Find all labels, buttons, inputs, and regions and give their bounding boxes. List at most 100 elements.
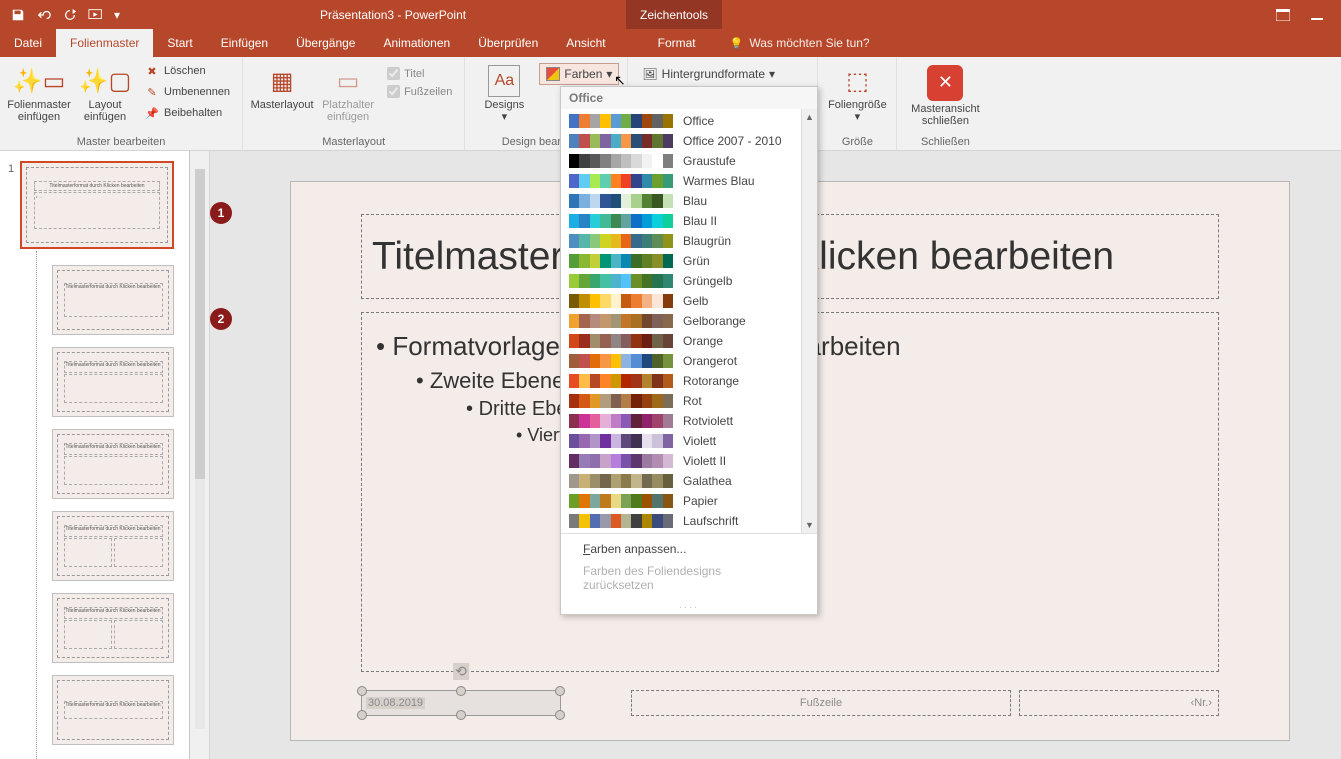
group-size-label: Größe xyxy=(826,134,888,148)
scroll-up-icon[interactable]: ▲ xyxy=(802,109,817,125)
dropdown-scrollbar[interactable]: ▲ ▼ xyxy=(801,109,817,533)
date-placeholder[interactable]: ⟲ 30.08.2019 xyxy=(361,690,561,716)
slide-size-button[interactable]: ⬚ Foliengröße▾ xyxy=(826,61,888,127)
rotate-handle-icon[interactable]: ⟲ xyxy=(453,663,469,680)
background-styles-label: Hintergrundformate xyxy=(662,67,765,81)
theme-color-row[interactable]: Rot xyxy=(561,391,817,411)
theme-color-row[interactable]: Violett II xyxy=(561,451,817,471)
theme-name: Orangerot xyxy=(683,354,737,368)
document-title: Präsentation3 - PowerPoint xyxy=(320,8,466,22)
designs-button[interactable]: Aa Designs▾ xyxy=(473,61,535,127)
selection-handle[interactable] xyxy=(555,686,565,696)
preserve-button[interactable]: 📌Beibehalten xyxy=(140,103,234,123)
preserve-icon: 📌 xyxy=(144,105,160,121)
tab-format[interactable]: Format xyxy=(644,29,710,57)
theme-color-row[interactable]: Papier xyxy=(561,491,817,511)
theme-color-row[interactable]: Grüngelb xyxy=(561,271,817,291)
theme-color-row[interactable]: Violett xyxy=(561,431,817,451)
tab-transitions[interactable]: Übergänge xyxy=(282,29,369,57)
tab-slidemaster[interactable]: Folienmaster xyxy=(56,29,153,57)
master-number: 1 xyxy=(8,163,14,175)
ribbon-display-options-icon[interactable] xyxy=(1269,3,1297,27)
tell-me-search[interactable]: Was möchten Sie tun? xyxy=(730,29,870,57)
tab-view[interactable]: Ansicht xyxy=(552,29,619,57)
title-checkbox[interactable]: Titel xyxy=(383,65,456,82)
tab-animations[interactable]: Animationen xyxy=(369,29,464,57)
theme-color-row[interactable]: Rotorange xyxy=(561,371,817,391)
theme-color-row[interactable]: Blau xyxy=(561,191,817,211)
theme-color-row[interactable]: Graustufe xyxy=(561,151,817,171)
layout-thumbnail[interactable]: Titelmasterformat durch Klicken bearbeit… xyxy=(52,347,174,417)
footers-checkbox[interactable]: Fußzeilen xyxy=(383,83,456,100)
scroll-thumb[interactable] xyxy=(195,169,205,479)
theme-swatch-strip xyxy=(569,374,673,388)
colors-dropdown-button[interactable]: Farben ▾ xyxy=(539,63,619,85)
tab-start[interactable]: Start xyxy=(153,29,206,57)
theme-color-row[interactable]: Gelb xyxy=(561,291,817,311)
theme-swatch-strip xyxy=(569,414,673,428)
layout-thumbnail[interactable]: Titelmasterformat durch Klicken bearbeit… xyxy=(52,593,174,663)
rename-button[interactable]: ✎Umbenennen xyxy=(140,82,234,102)
selection-handle[interactable] xyxy=(456,686,466,696)
theme-swatch-strip xyxy=(569,154,673,168)
redo-icon[interactable] xyxy=(58,3,82,27)
customize-colors-item[interactable]: Farben anpassen... xyxy=(561,538,817,560)
theme-name: Office 2007 - 2010 xyxy=(683,134,782,148)
background-styles-button[interactable]: 🖼 Hintergrundformate ▾ xyxy=(636,63,781,85)
theme-color-row[interactable]: Orangerot xyxy=(561,351,817,371)
slide-number-placeholder[interactable]: ‹Nr.› xyxy=(1019,690,1219,716)
selection-handle[interactable] xyxy=(357,686,367,696)
theme-swatch-strip xyxy=(569,194,673,208)
tab-review[interactable]: Überprüfen xyxy=(464,29,552,57)
ribbon-tabs: Datei Folienmaster Start Einfügen Übergä… xyxy=(0,29,1341,57)
selection-handle[interactable] xyxy=(555,710,565,720)
selection-handle[interactable] xyxy=(456,710,466,720)
theme-color-row[interactable]: Office xyxy=(561,111,817,131)
theme-color-row[interactable]: Blaugrün xyxy=(561,231,817,251)
insert-slidemaster-button[interactable]: ✨▭ Folienmaster einfügen xyxy=(8,61,70,127)
delete-button[interactable]: ✖Löschen xyxy=(140,61,234,81)
theme-swatch-strip xyxy=(569,434,673,448)
theme-color-row[interactable]: Orange xyxy=(561,331,817,351)
save-icon[interactable] xyxy=(6,3,30,27)
minimize-button[interactable] xyxy=(1299,3,1335,27)
layout-thumbnail[interactable]: Titelmasterformat durch Klicken bearbeit… xyxy=(52,265,174,335)
theme-color-row[interactable]: Grün xyxy=(561,251,817,271)
theme-swatch-strip xyxy=(569,274,673,288)
vertical-scrollbar[interactable] xyxy=(190,151,210,759)
insert-placeholder-button[interactable]: ▭ Platzhalter einfügen xyxy=(317,61,379,127)
chevron-down-icon: ▾ xyxy=(769,67,775,81)
undo-icon[interactable] xyxy=(32,3,56,27)
scroll-down-icon[interactable]: ▼ xyxy=(802,517,817,533)
close-master-view-button[interactable]: ✕ Masteransicht schließen xyxy=(905,61,985,127)
start-from-beginning-icon[interactable] xyxy=(84,3,108,27)
slide-master-thumbnail[interactable]: 1 Titelmasterformat durch Klicken bearbe… xyxy=(20,161,174,249)
resize-grip-icon[interactable]: ···· xyxy=(561,602,817,614)
delete-icon: ✖ xyxy=(144,63,160,79)
masterlayout-button[interactable]: ▦ Masterlayout xyxy=(251,61,313,127)
theme-color-row[interactable]: Rotviolett xyxy=(561,411,817,431)
layout-thumbnail[interactable]: Titelmasterformat durch Klicken bearbeit… xyxy=(52,511,174,581)
qat-customize-icon[interactable]: ▾ xyxy=(110,3,124,27)
theme-color-row[interactable]: Office 2007 - 2010 xyxy=(561,131,817,151)
layout-icon: ✨▢ xyxy=(89,65,121,97)
theme-swatch-strip xyxy=(569,294,673,308)
theme-color-row[interactable]: Gelborange xyxy=(561,311,817,331)
tab-file[interactable]: Datei xyxy=(0,29,56,57)
layout-thumbnail[interactable]: Titelmasterformat durch Klicken bearbeit… xyxy=(52,429,174,499)
selection-handle[interactable] xyxy=(357,710,367,720)
theme-color-row[interactable]: Blau II xyxy=(561,211,817,231)
theme-name: Rotorange xyxy=(683,374,739,388)
insert-placeholder-label: Platzhalter einfügen xyxy=(317,99,379,123)
footer-placeholder[interactable]: Fußzeile xyxy=(631,690,1011,716)
theme-color-row[interactable]: Warmes Blau xyxy=(561,171,817,191)
close-master-label: Masteransicht schließen xyxy=(905,103,985,127)
tab-insert[interactable]: Einfügen xyxy=(207,29,282,57)
theme-color-row[interactable]: Laufschrift xyxy=(561,511,817,531)
placeholder-icon: ▭ xyxy=(332,65,364,97)
layout-thumbnail[interactable]: Titelmasterformat durch Klicken bearbeit… xyxy=(52,675,174,745)
theme-color-row[interactable]: Galathea xyxy=(561,471,817,491)
insert-layout-button[interactable]: ✨▢ Layout einfügen xyxy=(74,61,136,127)
date-text: 30.08.2019 xyxy=(366,697,425,709)
theme-swatch-strip xyxy=(569,114,673,128)
